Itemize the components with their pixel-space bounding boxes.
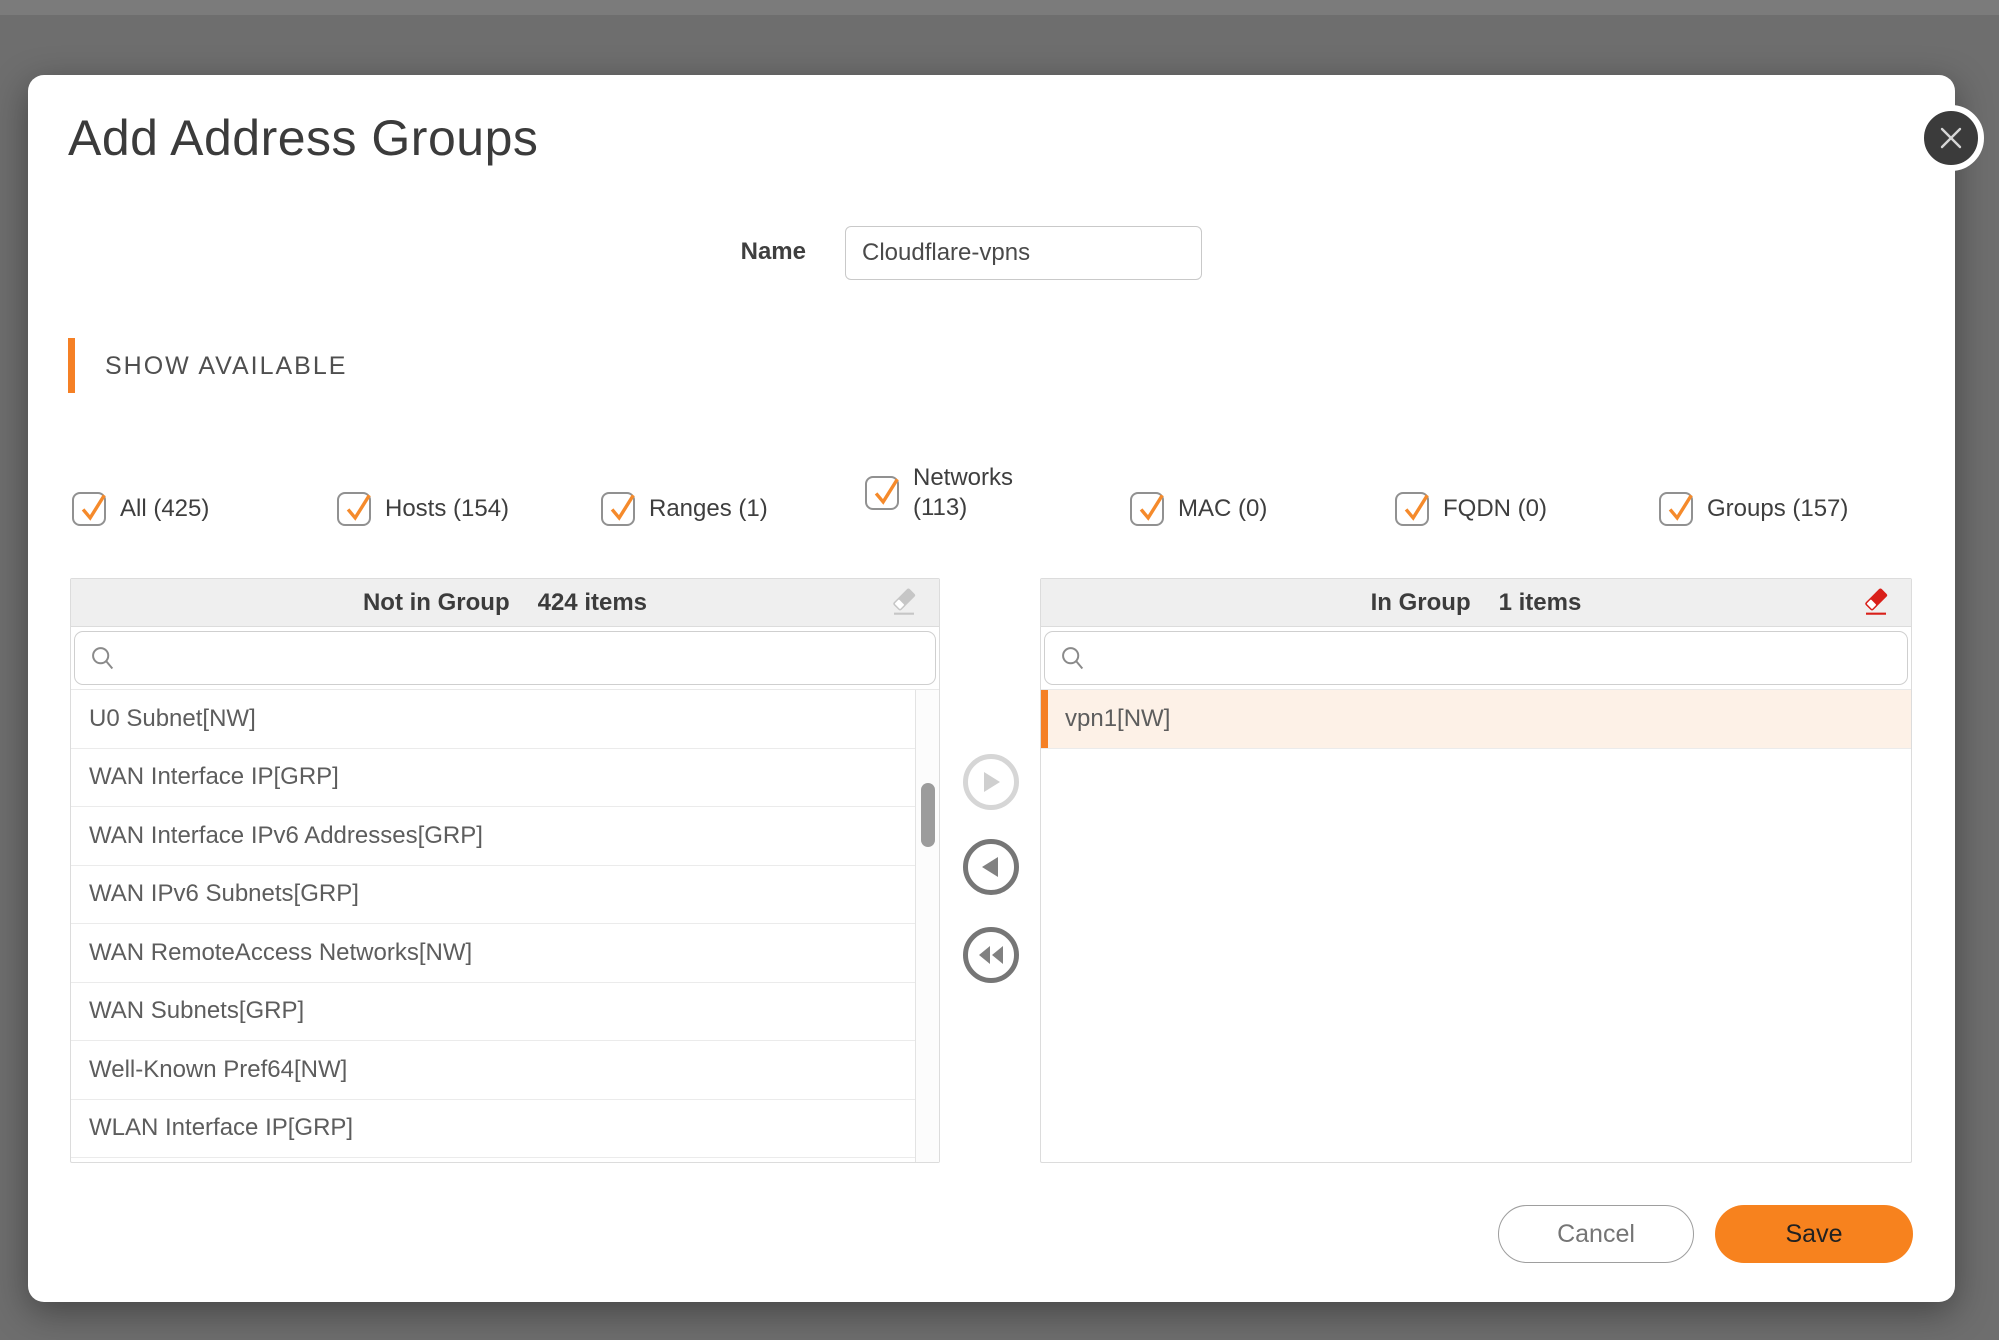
checkbox-checked-icon[interactable] — [337, 492, 371, 526]
not-in-group-list: U0 Subnet[NW] WAN Interface IP[GRP] WAN … — [71, 689, 939, 1162]
list-item[interactable]: WAN Interface IPv6 Addresses[GRP] — [71, 807, 915, 866]
filter-fqdn[interactable]: FQDN (0) — [1395, 474, 1547, 544]
filter-label: Ranges (1) — [649, 494, 768, 524]
left-list-scrollbar-track[interactable] — [915, 690, 939, 1162]
in-group-panel: In Group 1 items — [1040, 578, 1912, 1163]
list-item[interactable]: WAN RemoteAccess Networks[NW] — [71, 924, 915, 983]
double-arrow-left-icon — [977, 945, 1005, 965]
not-in-group-panel: Not in Group 424 items U0 Sub — [70, 578, 940, 1163]
checkbox-checked-icon[interactable] — [865, 476, 899, 510]
remove-all-from-group-button[interactable] — [963, 927, 1019, 983]
filter-label: MAC (0) — [1178, 494, 1267, 524]
panel-item-count: 424 items — [538, 589, 647, 617]
search-icon — [1059, 644, 1087, 672]
name-field-label: Name — [566, 238, 806, 266]
eraser-icon — [889, 588, 919, 618]
list-item[interactable]: WAN IPv6 Subnets[GRP] — [71, 866, 915, 925]
list-item[interactable]: WAN Subnets[GRP] — [71, 983, 915, 1042]
filter-networks[interactable]: Networks (113) — [865, 458, 1031, 528]
filter-label: Networks (113) — [913, 463, 1031, 523]
filter-groups[interactable]: Groups (157) — [1659, 474, 1848, 544]
filter-label: All (425) — [120, 494, 209, 524]
panel-item-count: 1 items — [1499, 589, 1582, 617]
checkbox-checked-icon[interactable] — [1130, 492, 1164, 526]
list-item-selected[interactable]: vpn1[NW] — [1041, 690, 1911, 749]
filter-all[interactable]: All (425) — [72, 474, 209, 544]
remove-from-group-button[interactable] — [963, 839, 1019, 895]
section-title: SHOW AVAILABLE — [105, 352, 347, 381]
backdrop-top-strip — [0, 0, 1999, 15]
list-item[interactable]: WLAN Interface IP[GRP] — [71, 1100, 915, 1159]
in-group-list: vpn1[NW] — [1041, 689, 1911, 1162]
filter-ranges[interactable]: Ranges (1) — [601, 474, 768, 544]
checkbox-checked-icon[interactable] — [72, 492, 106, 526]
panel-title: In Group — [1371, 589, 1471, 617]
arrow-left-icon — [980, 855, 1002, 879]
filter-label: FQDN (0) — [1443, 494, 1547, 524]
filter-label: Hosts (154) — [385, 494, 509, 524]
close-icon — [1938, 125, 1964, 151]
eraser-icon — [1861, 588, 1891, 618]
list-item[interactable]: Well-Known Pref64[NW] — [71, 1041, 915, 1100]
in-group-header: In Group 1 items — [1041, 579, 1911, 627]
checkbox-checked-icon[interactable] — [1659, 492, 1693, 526]
right-search-area — [1041, 627, 1911, 689]
not-in-group-header: Not in Group 424 items — [71, 579, 939, 627]
left-search-input[interactable] — [74, 631, 936, 685]
filter-label: Groups (157) — [1707, 494, 1848, 524]
right-search-input[interactable] — [1044, 631, 1908, 685]
left-search-area — [71, 627, 939, 689]
left-list-scrollbar-thumb[interactable] — [921, 783, 935, 847]
clear-right-list-button[interactable] — [1859, 586, 1893, 620]
list-item-label: vpn1[NW] — [1065, 705, 1170, 733]
checkbox-checked-icon[interactable] — [601, 492, 635, 526]
dialog-title: Add Address Groups — [68, 105, 538, 171]
filter-hosts[interactable]: Hosts (154) — [337, 474, 509, 544]
move-to-group-button[interactable] — [963, 754, 1019, 810]
filter-mac[interactable]: MAC (0) — [1130, 474, 1267, 544]
list-item[interactable]: WAN Interface IP[GRP] — [71, 749, 915, 808]
cancel-button[interactable]: Cancel — [1498, 1205, 1694, 1263]
clear-left-list-button[interactable] — [887, 586, 921, 620]
name-input[interactable] — [845, 226, 1202, 280]
arrow-right-icon — [980, 770, 1002, 794]
selected-row-accent-bar — [1041, 690, 1048, 748]
section-accent-bar — [68, 338, 75, 393]
list-item[interactable]: U0 Subnet[NW] — [71, 690, 915, 749]
close-button[interactable] — [1918, 105, 1984, 171]
save-button[interactable]: Save — [1715, 1205, 1913, 1263]
add-address-groups-dialog: Add Address Groups Name SHOW AVAILABLE A… — [28, 75, 1955, 1302]
checkbox-checked-icon[interactable] — [1395, 492, 1429, 526]
panel-title: Not in Group — [363, 589, 510, 617]
search-icon — [89, 644, 117, 672]
